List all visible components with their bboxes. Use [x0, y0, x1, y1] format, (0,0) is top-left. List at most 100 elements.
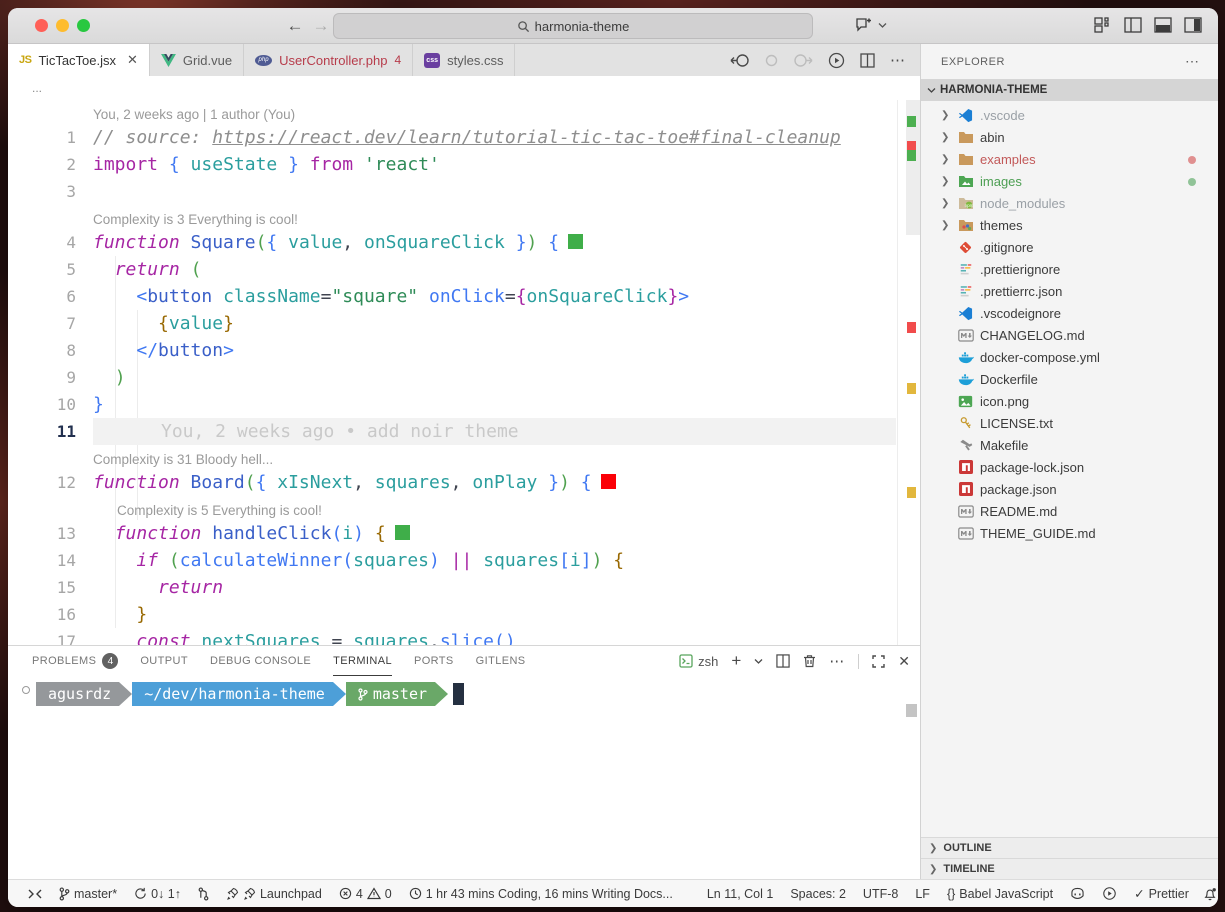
git-compare-status[interactable] — [198, 887, 209, 901]
chevron-right-icon[interactable]: ❯ — [941, 110, 957, 121]
line-number[interactable]: 13 — [8, 524, 93, 543]
tab-tictactoe-jsx[interactable]: JS TicTacToe.jsx ✕ — [8, 44, 150, 76]
notifications-bell[interactable] — [1203, 887, 1217, 901]
chevron-right-icon[interactable]: ❯ — [941, 154, 957, 165]
panel-tab-problems[interactable]: PROBLEMS4 — [32, 646, 118, 676]
eol-status[interactable]: LF — [915, 887, 930, 901]
copilot-chat-button[interactable] — [853, 15, 887, 35]
terminal-instance-zsh[interactable]: zsh — [679, 654, 718, 669]
minimize-window-button[interactable] — [56, 19, 69, 32]
codelens[interactable]: Complexity is 31 Bloody hell... — [8, 445, 920, 469]
line-number[interactable]: 16 — [8, 605, 93, 624]
git-branch-status[interactable]: master* — [59, 887, 117, 901]
tab-styles-css[interactable]: css styles.css — [413, 44, 515, 76]
close-tab-icon[interactable]: ✕ — [127, 52, 138, 68]
code-line-8[interactable]: 8 </button> — [8, 337, 920, 364]
tab-grid-vue[interactable]: Grid.vue — [150, 44, 244, 76]
tree-item--gitignore[interactable]: .gitignore — [921, 236, 1218, 258]
line-number[interactable]: 14 — [8, 551, 93, 570]
line-number[interactable]: 9 — [8, 368, 93, 387]
code-line-10[interactable]: 10} — [8, 391, 920, 418]
code-line-14[interactable]: 14 if (calculateWinner(squares) || squar… — [8, 547, 920, 574]
remote-indicator[interactable] — [28, 888, 42, 900]
customize-layout-icon[interactable] — [1094, 17, 1112, 33]
new-terminal-icon[interactable]: + — [731, 651, 741, 671]
language-mode-status[interactable]: {}Babel JavaScript — [947, 887, 1053, 901]
line-number[interactable]: 4 — [8, 233, 93, 252]
explorer-more-actions-icon[interactable]: ⋯ — [1185, 53, 1200, 70]
line-number[interactable]: 1 — [8, 128, 93, 147]
time-tracker-status[interactable]: 1 hr 43 mins Coding, 16 mins Writing Doc… — [409, 887, 673, 901]
problems-status[interactable]: 4 0 — [339, 887, 392, 901]
tree-item-node-modules[interactable]: ❯npmnode_modules — [921, 192, 1218, 214]
codelens[interactable]: Complexity is 5 Everything is cool! — [8, 496, 920, 520]
outline-section[interactable]: ❯OUTLINE — [921, 837, 1218, 858]
more-actions-icon[interactable]: ⋯ — [890, 51, 906, 69]
timeline-section[interactable]: ❯TIMELINE — [921, 858, 1218, 879]
code-line-9[interactable]: 9 ) — [8, 364, 920, 391]
color-swatch[interactable] — [601, 474, 616, 489]
toggle-sidebar-icon[interactable] — [1124, 17, 1142, 33]
tree-item--prettierignore[interactable]: .prettierignore — [921, 258, 1218, 280]
tree-item--vscodeignore[interactable]: .vscodeignore — [921, 302, 1218, 324]
tree-item--prettierrc-json[interactable]: .prettierrc.json — [921, 280, 1218, 302]
code-line-7[interactable]: 7 {value} — [8, 310, 920, 337]
indentation-status[interactable]: Spaces: 2 — [790, 887, 846, 901]
tree-item-icon-png[interactable]: icon.png — [921, 390, 1218, 412]
code-line-5[interactable]: 5 return ( — [8, 256, 920, 283]
tree-item-abin[interactable]: ❯abin — [921, 126, 1218, 148]
run-debug-icon[interactable] — [828, 52, 845, 69]
encoding-status[interactable]: UTF-8 — [863, 887, 898, 901]
terminal-content[interactable]: agusrdz~/dev/harmonia-thememaster — [8, 676, 920, 706]
code-line-1[interactable]: 1// source: https://react.dev/learn/tuto… — [8, 124, 920, 151]
nav-back-icon[interactable] — [730, 53, 750, 68]
code-line-6[interactable]: 6 <button className="square" onClick={on… — [8, 283, 920, 310]
split-editor-icon[interactable] — [860, 53, 875, 68]
code-editor[interactable]: You, 2 weeks ago | 1 author (You)1// sou… — [8, 100, 920, 645]
panel-tab-output[interactable]: OUTPUT — [140, 646, 188, 676]
code-line-11[interactable]: 11You, 2 weeks ago • add noir theme — [8, 418, 920, 445]
line-number[interactable]: 5 — [8, 260, 93, 279]
command-center-search[interactable]: harmonia-theme — [333, 13, 813, 39]
chevron-right-icon[interactable]: ❯ — [941, 132, 957, 143]
toggle-secondary-sidebar-icon[interactable] — [1184, 17, 1202, 33]
line-number[interactable]: 8 — [8, 341, 93, 360]
copilot-status[interactable] — [1070, 887, 1085, 900]
panel-tab-ports[interactable]: PORTS — [414, 646, 454, 676]
codelens[interactable]: Complexity is 3 Everything is cool! — [8, 205, 920, 229]
line-number[interactable]: 3 — [8, 182, 93, 201]
code-line-3[interactable]: 3 — [8, 178, 920, 205]
tree-item-docker-compose-yml[interactable]: docker-compose.yml — [921, 346, 1218, 368]
code-line-15[interactable]: 15 return — [8, 574, 920, 601]
tree-item-changelog-md[interactable]: CHANGELOG.md — [921, 324, 1218, 346]
terminal-scrollbar[interactable] — [906, 704, 917, 717]
split-terminal-icon[interactable] — [776, 654, 790, 668]
line-number[interactable]: 7 — [8, 314, 93, 333]
line-number[interactable]: 17 — [8, 632, 93, 645]
tree-item-package-lock-json[interactable]: package-lock.json — [921, 456, 1218, 478]
tab-usercontroller-php[interactable]: php UserController.php 4 — [244, 44, 413, 76]
run-task-status[interactable] — [1102, 886, 1117, 901]
tree-item--vscode[interactable]: ❯.vscode — [921, 104, 1218, 126]
close-panel-icon[interactable]: ✕ — [898, 653, 910, 670]
workspace-section-header[interactable]: HARMONIA-THEME — [921, 79, 1218, 101]
panel-tab-gitlens[interactable]: GITLENS — [476, 646, 526, 676]
formatter-status[interactable]: ✓Prettier — [1134, 886, 1189, 901]
color-swatch[interactable] — [568, 234, 583, 249]
tree-item-license-txt[interactable]: LICENSE.txt — [921, 412, 1218, 434]
panel-tab-terminal[interactable]: TERMINAL — [333, 646, 392, 676]
code-line-13[interactable]: 13 function handleClick(i) { — [8, 520, 920, 547]
tree-item-package-json[interactable]: package.json — [921, 478, 1218, 500]
history-back-button[interactable]: ← — [284, 16, 306, 36]
chevron-right-icon[interactable]: ❯ — [941, 176, 957, 187]
launchpad-button[interactable]: Launchpad — [226, 887, 322, 901]
more-panel-actions-icon[interactable]: ⋯ — [829, 652, 845, 670]
nav-circle-icon[interactable] — [765, 54, 778, 67]
code-line-17[interactable]: 17 const nextSquares = squares.slice() — [8, 628, 920, 645]
breadcrumb[interactable]: ... — [8, 76, 920, 100]
code-line-16[interactable]: 16 } — [8, 601, 920, 628]
tree-item-images[interactable]: ❯images — [921, 170, 1218, 192]
cursor-position-status[interactable]: Ln 11, Col 1 — [707, 887, 773, 901]
chevron-right-icon[interactable]: ❯ — [941, 198, 957, 209]
git-sync-status[interactable]: 0↓ 1↑ — [134, 887, 181, 901]
